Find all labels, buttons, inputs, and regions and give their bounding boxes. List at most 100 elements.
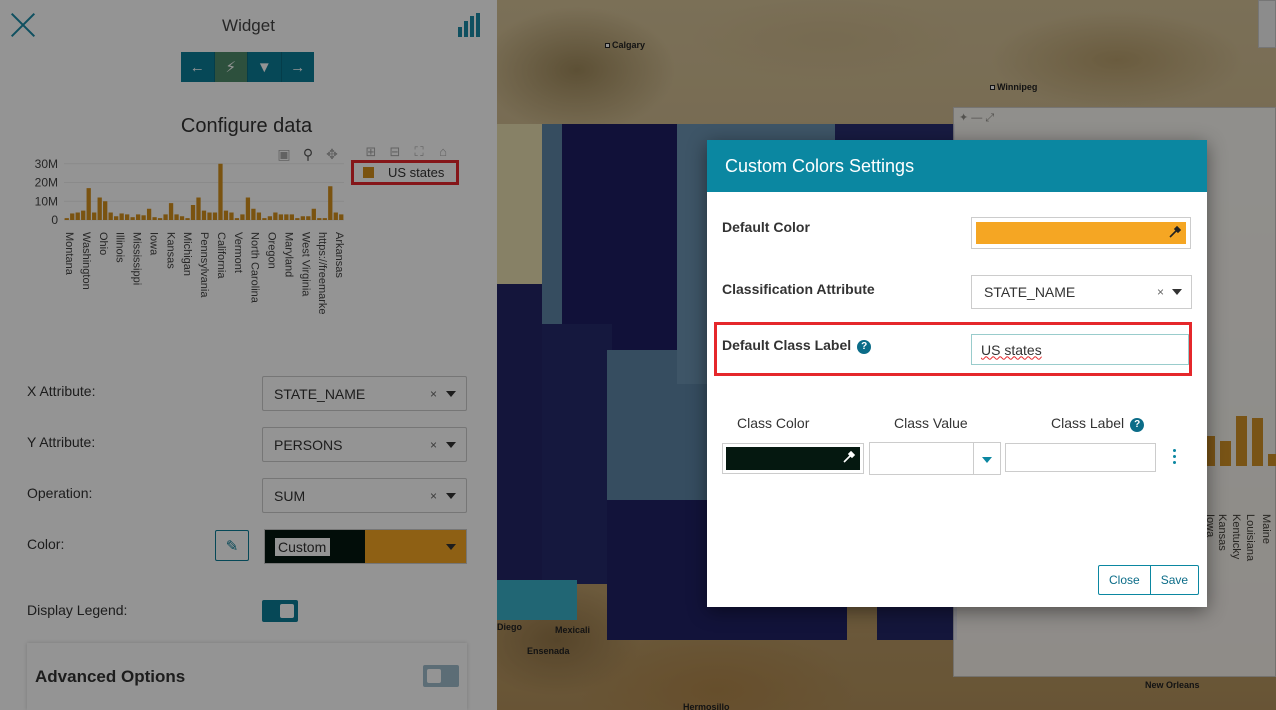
class-label-input[interactable] — [1005, 443, 1156, 472]
color-select[interactable]: Custom — [264, 529, 467, 564]
chart-bar[interactable] — [179, 216, 185, 220]
chart-bar[interactable] — [317, 218, 322, 220]
edit-color-button[interactable]: ✎ — [215, 530, 249, 561]
chart-bar[interactable] — [229, 212, 234, 221]
chart-bar[interactable] — [328, 186, 333, 220]
chart-bar[interactable] — [141, 215, 146, 220]
display-legend-toggle[interactable] — [262, 600, 298, 622]
chart-bar[interactable] — [306, 216, 311, 220]
x-attribute-select[interactable]: STATE_NAME × — [262, 376, 467, 411]
chart-bar[interactable] — [289, 214, 294, 220]
clear-icon[interactable]: × — [430, 438, 437, 452]
classification-attribute-select[interactable]: STATE_NAME × — [971, 275, 1192, 309]
chart-bar[interactable] — [124, 214, 130, 220]
chevron-down-icon[interactable] — [446, 391, 456, 397]
state-shape[interactable] — [542, 324, 612, 584]
chevron-down-icon[interactable] — [1172, 289, 1182, 295]
state-shape[interactable] — [497, 284, 542, 584]
default-class-label-value: US states — [981, 341, 1042, 358]
class-color-picker[interactable] — [722, 443, 864, 474]
chart-bar[interactable] — [75, 212, 80, 221]
chart-bar[interactable] — [146, 208, 152, 220]
chart-bar[interactable] — [174, 214, 179, 220]
chevron-down-icon[interactable] — [446, 544, 456, 550]
x-attribute-value: STATE_NAME — [274, 385, 366, 402]
chart-bar[interactable] — [81, 210, 86, 220]
chart-bar[interactable] — [339, 214, 344, 220]
chevron-down-icon[interactable] — [446, 442, 456, 448]
filter-icon[interactable]: ▼ — [248, 52, 282, 82]
chart-bar[interactable] — [168, 203, 174, 220]
chart-bar[interactable] — [262, 218, 267, 220]
zoom-in-icon[interactable]: ⊞ — [362, 144, 380, 160]
chart-bar[interactable] — [114, 216, 119, 220]
chart-bar[interactable] — [119, 213, 124, 220]
city-label: Calgary — [605, 40, 645, 50]
chart-bar[interactable] — [322, 218, 327, 220]
bar-chart-icon[interactable] — [458, 13, 484, 37]
default-class-label-input[interactable]: US states — [971, 334, 1189, 365]
chart-bar[interactable] — [152, 217, 157, 220]
help-icon[interactable]: ? — [857, 340, 872, 354]
chart-bar[interactable] — [135, 214, 141, 220]
forward-arrow-icon[interactable]: → — [282, 52, 315, 82]
advanced-options-toggle[interactable] — [423, 665, 459, 687]
chart-bar[interactable] — [245, 197, 251, 221]
chart-bar[interactable] — [64, 218, 69, 220]
chart-bar[interactable] — [256, 212, 262, 221]
chevron-down-icon[interactable] — [982, 457, 992, 463]
chart-bar[interactable] — [218, 163, 223, 220]
chart-bar[interactable] — [212, 212, 218, 221]
map-control-corner[interactable] — [1258, 0, 1276, 48]
chart-bar[interactable] — [92, 212, 97, 221]
chart-bar[interactable] — [311, 208, 316, 220]
chart-bar[interactable] — [240, 214, 245, 220]
autoscale-icon[interactable]: ⛶ — [410, 144, 428, 160]
chart-bar[interactable] — [185, 218, 190, 220]
clear-icon[interactable]: × — [430, 387, 437, 401]
clear-icon[interactable]: × — [430, 489, 437, 503]
zoom-out-icon[interactable]: ⊟ — [386, 144, 404, 160]
chart-bar[interactable] — [223, 210, 229, 220]
chart-bar[interactable] — [163, 214, 168, 220]
save-button[interactable]: Save — [1151, 566, 1198, 594]
chart-bar[interactable] — [196, 197, 201, 221]
chart-bar[interactable] — [190, 205, 196, 220]
chart-bar[interactable] — [103, 201, 108, 220]
chart-bar[interactable] — [278, 214, 284, 220]
chevron-down-icon[interactable] — [446, 493, 456, 499]
chart-bar[interactable] — [273, 212, 278, 221]
chart-bar[interactable] — [86, 188, 91, 220]
chart-bar[interactable] — [295, 218, 300, 220]
state-shape[interactable] — [497, 580, 577, 620]
chart-bar[interactable] — [108, 212, 113, 221]
chart-bar[interactable] — [201, 210, 207, 220]
widget-sidebar: Widget ← ⚡ ▼ → Configure data ▣ ⚲ ✥ ⊞ ⊟ … — [0, 0, 497, 710]
chart-bar[interactable] — [157, 218, 163, 220]
help-icon[interactable]: ? — [1130, 418, 1145, 432]
clear-icon[interactable]: × — [1157, 285, 1164, 299]
close-button[interactable]: Close — [1099, 566, 1151, 594]
chart-bar[interactable] — [333, 212, 338, 221]
chart-bar[interactable] — [70, 213, 75, 220]
pin-icon[interactable]: ✦ — ⤢ — [959, 111, 994, 125]
chart-bar[interactable] — [284, 214, 289, 220]
default-color-picker[interactable] — [971, 217, 1191, 249]
chart-bar[interactable] — [234, 218, 240, 220]
chart-bar[interactable] — [267, 216, 273, 220]
chart-bar[interactable] — [251, 208, 256, 220]
chart-bar[interactable] — [130, 217, 135, 220]
chart-bar[interactable] — [207, 212, 212, 221]
eyedropper-icon[interactable] — [842, 450, 856, 464]
state-shape[interactable] — [497, 124, 542, 284]
chart-bar[interactable] — [97, 197, 102, 221]
class-value-select[interactable] — [869, 442, 1001, 475]
plug-icon[interactable]: ⚡ — [214, 52, 248, 82]
chart-bar[interactable] — [300, 216, 305, 220]
eyedropper-icon[interactable] — [1168, 225, 1182, 239]
operation-select[interactable]: SUM × — [262, 478, 467, 513]
more-options-icon[interactable] — [1173, 449, 1177, 465]
home-icon[interactable]: ⌂ — [434, 144, 452, 160]
y-attribute-select[interactable]: PERSONS × — [262, 427, 467, 462]
back-arrow-icon[interactable]: ← — [181, 52, 215, 82]
